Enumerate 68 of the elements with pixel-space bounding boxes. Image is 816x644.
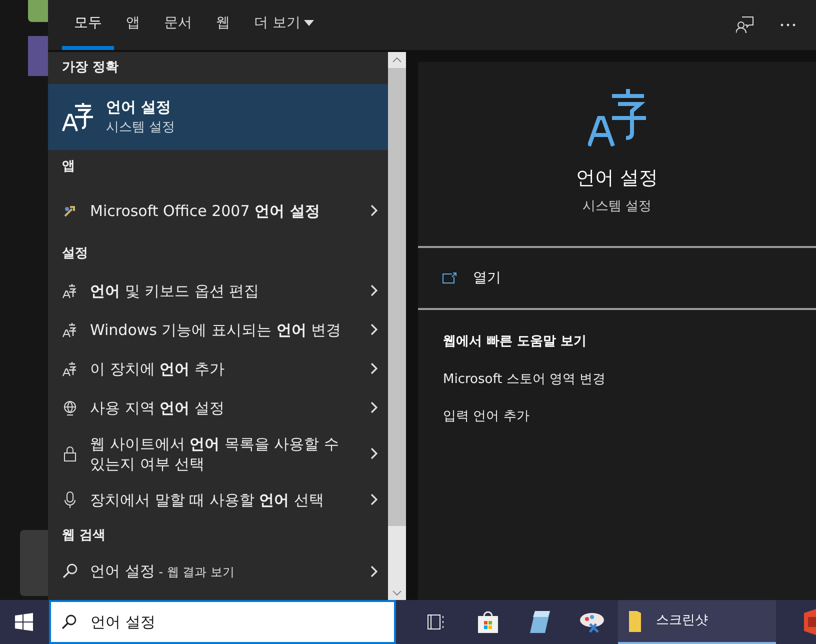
- result-item[interactable]: Microsoft Office 2007 언어 설정: [48, 184, 388, 237]
- task-view-icon[interactable]: [427, 614, 445, 630]
- search-input-text: 언어 설정: [90, 612, 156, 633]
- chevron-right-icon: [370, 401, 378, 414]
- desktop-tile[interactable]: [20, 530, 48, 596]
- folder-icon: [628, 609, 642, 633]
- chevron-right-icon: [370, 323, 378, 336]
- caret-down-icon: [304, 20, 314, 26]
- office-icon[interactable]: [802, 609, 816, 635]
- lock-icon: [63, 446, 77, 462]
- result-title: 웹 사이트에서 언어 목록을 사용할 수 있는지 여부 선택: [90, 434, 340, 474]
- result-suffix: - 웹 결과 보기: [158, 564, 235, 581]
- paint-icon[interactable]: [578, 610, 606, 634]
- result-item[interactable]: 언어 및 키보드 옵션 편집: [48, 271, 388, 310]
- help-link[interactable]: Microsoft 스토어 영역 변경: [443, 370, 816, 389]
- windows-logo-icon[interactable]: [15, 613, 34, 631]
- filter-tab[interactable]: 앱: [114, 0, 152, 50]
- result-title: 이 장치에 언어 추가: [90, 358, 226, 378]
- result-title: 언어 설정: [106, 98, 172, 116]
- notepad-icon[interactable]: [529, 610, 551, 634]
- feedback-icon[interactable]: [736, 16, 754, 34]
- chevron-right-icon: [370, 493, 378, 506]
- language-icon: [62, 102, 94, 132]
- language-icon: [62, 360, 78, 376]
- chevron-right-icon: [370, 447, 378, 460]
- section-heading: 가장 정확: [61, 59, 120, 78]
- search-field[interactable]: 언어 설정: [48, 600, 396, 644]
- best-match-item[interactable]: 언어 설정 시스템 설정: [48, 84, 388, 150]
- result-title: 언어 설정: [90, 560, 155, 582]
- result-title: Windows 기능에 표시되는 언어 변경: [90, 320, 342, 340]
- chevron-right-icon: [370, 564, 378, 578]
- section-heading: 웹 검색: [61, 527, 107, 546]
- app-icon: [63, 204, 77, 218]
- language-icon: [62, 282, 78, 298]
- result-subtitle: 시스템 설정: [106, 120, 176, 136]
- chevron-right-icon: [370, 284, 378, 297]
- section-heading: 설정: [61, 245, 89, 264]
- section-heading: 앱: [61, 158, 76, 176]
- filter-tab[interactable]: 더 보기: [242, 0, 326, 50]
- result-title: 사용 지역 언어 설정: [90, 398, 226, 418]
- chevron-right-icon: [370, 204, 378, 217]
- result-title: Microsoft Office 2007 언어 설정: [90, 200, 321, 220]
- filter-tab[interactable]: 웹: [204, 0, 242, 50]
- taskbar-button[interactable]: 스크린샷: [618, 600, 776, 644]
- search-icon: [62, 563, 78, 579]
- language-icon: [588, 88, 646, 148]
- result-item[interactable]: 언어 설정 - 웹 결과 보기: [48, 553, 388, 589]
- open-icon: [442, 272, 457, 284]
- preview-title: 언어 설정: [576, 166, 658, 191]
- microphone-icon: [63, 490, 77, 508]
- preview-subtitle: 시스템 설정: [582, 198, 652, 216]
- language-icon: [62, 322, 78, 338]
- open-button[interactable]: 열기: [418, 248, 816, 308]
- result-title: 장치에서 말할 때 사용할 언어 선택: [90, 490, 325, 510]
- result-item[interactable]: 이 장치에 언어 추가: [48, 349, 388, 388]
- filter-tab[interactable]: 문서: [152, 0, 204, 50]
- search-icon: [60, 614, 77, 630]
- result-item[interactable]: 웹 사이트에서 언어 목록을 사용할 수 있는지 여부 선택: [48, 427, 388, 480]
- globe-icon: [62, 400, 78, 416]
- help-heading: 웹에서 빠른 도움말 보기: [443, 333, 588, 351]
- help-link[interactable]: 입력 언어 추가: [443, 407, 816, 426]
- more-icon[interactable]: [780, 23, 796, 27]
- result-title: 언어 및 키보드 옵션 편집: [90, 280, 260, 300]
- chevron-right-icon: [370, 362, 378, 375]
- result-item[interactable]: 사용 지역 언어 설정: [48, 388, 388, 427]
- store-icon[interactable]: [476, 610, 500, 634]
- result-item[interactable]: 장치에서 말할 때 사용할 언어 선택: [48, 480, 388, 519]
- result-item[interactable]: Windows 기능에 표시되는 언어 변경: [48, 310, 388, 349]
